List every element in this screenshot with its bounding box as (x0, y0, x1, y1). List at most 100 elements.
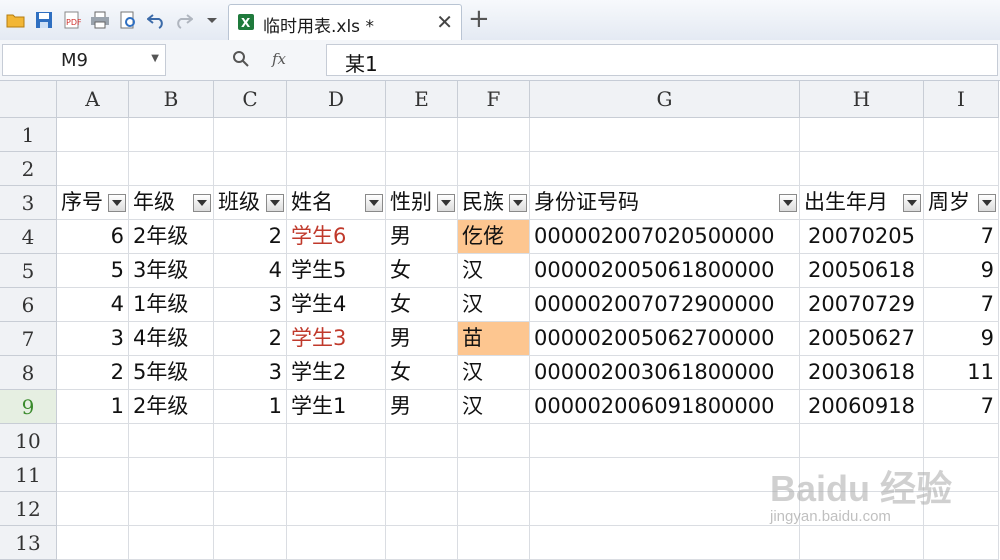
column-header-F[interactable]: F (458, 81, 530, 118)
data-cell-H6[interactable]: 20070729 (800, 288, 924, 322)
save-icon[interactable] (34, 10, 54, 30)
cell-I2[interactable] (924, 152, 999, 186)
cell-C10[interactable] (214, 424, 287, 458)
row-header-11[interactable]: 11 (0, 458, 57, 492)
cell-E11[interactable] (386, 458, 458, 492)
cell-D13[interactable] (287, 526, 386, 560)
formula-input[interactable]: 某1 (326, 44, 998, 76)
column-header-H[interactable]: H (800, 81, 924, 118)
data-cell-G4[interactable]: 000002007020500000 (530, 220, 800, 254)
chevron-down-icon[interactable]: ▼ (151, 53, 159, 64)
cell-I10[interactable] (924, 424, 999, 458)
cell-G2[interactable] (530, 152, 800, 186)
row-header-7[interactable]: 7 (0, 322, 57, 356)
row-header-5[interactable]: 5 (0, 254, 57, 288)
cell-D2[interactable] (287, 152, 386, 186)
column-header-I[interactable]: I (924, 81, 999, 118)
data-cell-A6[interactable]: 4 (57, 288, 129, 322)
data-cell-B7[interactable]: 4年级 (129, 322, 214, 356)
data-cell-G5[interactable]: 000002005061800000 (530, 254, 800, 288)
column-header-B[interactable]: B (129, 81, 214, 118)
data-cell-B6[interactable]: 1年级 (129, 288, 214, 322)
data-cell-I4[interactable]: 7 (924, 220, 999, 254)
open-folder-icon[interactable] (6, 10, 26, 30)
column-header-C[interactable]: C (214, 81, 287, 118)
data-cell-H7[interactable]: 20050627 (800, 322, 924, 356)
column-header-D[interactable]: D (287, 81, 386, 118)
cell-G11[interactable] (530, 458, 800, 492)
data-cell-C5[interactable]: 4 (214, 254, 287, 288)
cell-A10[interactable] (57, 424, 129, 458)
cell-E10[interactable] (386, 424, 458, 458)
data-cell-D9[interactable]: 学生1 (287, 390, 386, 424)
cell-E13[interactable] (386, 526, 458, 560)
data-cell-G7[interactable]: 000002005062700000 (530, 322, 800, 356)
cell-D1[interactable] (287, 118, 386, 152)
data-cell-F4[interactable]: 仡佬 (458, 220, 530, 254)
filter-dropdown-icon[interactable] (978, 194, 996, 212)
insert-function-button[interactable]: fx (272, 50, 286, 68)
row-header-13[interactable]: 13 (0, 526, 57, 560)
filter-dropdown-icon[interactable] (509, 194, 527, 212)
row-header-8[interactable]: 8 (0, 356, 57, 390)
row-header-9[interactable]: 9 (0, 390, 57, 424)
cell-I1[interactable] (924, 118, 999, 152)
name-box[interactable]: M9 ▼ (2, 44, 166, 76)
data-cell-D5[interactable]: 学生5 (287, 254, 386, 288)
cell-E12[interactable] (386, 492, 458, 526)
data-cell-C9[interactable]: 1 (214, 390, 287, 424)
cell-A13[interactable] (57, 526, 129, 560)
cell-C11[interactable] (214, 458, 287, 492)
print-preview-icon[interactable] (118, 10, 138, 30)
data-cell-H4[interactable]: 20070205 (800, 220, 924, 254)
cell-H10[interactable] (800, 424, 924, 458)
new-tab-icon[interactable]: + (468, 4, 490, 34)
data-cell-E8[interactable]: 女 (386, 356, 458, 390)
data-cell-C6[interactable]: 3 (214, 288, 287, 322)
cell-E1[interactable] (386, 118, 458, 152)
cell-A12[interactable] (57, 492, 129, 526)
print-icon[interactable] (90, 10, 110, 30)
data-cell-C7[interactable]: 2 (214, 322, 287, 356)
cell-H2[interactable] (800, 152, 924, 186)
cell-C13[interactable] (214, 526, 287, 560)
column-header-G[interactable]: G (530, 81, 800, 118)
column-header-A[interactable]: A (57, 81, 129, 118)
export-pdf-icon[interactable]: PDF (62, 10, 82, 30)
row-header-4[interactable]: 4 (0, 220, 57, 254)
cell-B1[interactable] (129, 118, 214, 152)
filter-dropdown-icon[interactable] (365, 194, 383, 212)
cell-C12[interactable] (214, 492, 287, 526)
select-all-corner[interactable] (0, 81, 57, 118)
data-cell-F7[interactable]: 苗 (458, 322, 530, 356)
row-header-12[interactable]: 12 (0, 492, 57, 526)
cell-G13[interactable] (530, 526, 800, 560)
cell-D10[interactable] (287, 424, 386, 458)
data-cell-B5[interactable]: 3年级 (129, 254, 214, 288)
cell-A2[interactable] (57, 152, 129, 186)
data-cell-C8[interactable]: 3 (214, 356, 287, 390)
data-cell-I6[interactable]: 7 (924, 288, 999, 322)
redo-icon[interactable] (174, 10, 194, 30)
cell-F13[interactable] (458, 526, 530, 560)
cell-B12[interactable] (129, 492, 214, 526)
data-cell-C4[interactable]: 2 (214, 220, 287, 254)
data-cell-E7[interactable]: 男 (386, 322, 458, 356)
close-tab-icon[interactable]: ✕ (436, 10, 453, 34)
data-cell-E5[interactable]: 女 (386, 254, 458, 288)
data-cell-E6[interactable]: 女 (386, 288, 458, 322)
data-cell-E9[interactable]: 男 (386, 390, 458, 424)
cell-F10[interactable] (458, 424, 530, 458)
data-cell-F9[interactable]: 汉 (458, 390, 530, 424)
data-cell-D8[interactable]: 学生2 (287, 356, 386, 390)
data-cell-B8[interactable]: 5年级 (129, 356, 214, 390)
cell-G10[interactable] (530, 424, 800, 458)
cell-D11[interactable] (287, 458, 386, 492)
data-cell-D4[interactable]: 学生6 (287, 220, 386, 254)
cell-H1[interactable] (800, 118, 924, 152)
cell-A11[interactable] (57, 458, 129, 492)
zoom-icon[interactable] (232, 50, 250, 72)
header-cell-G3[interactable]: 身份证号码 (530, 186, 800, 220)
data-cell-E4[interactable]: 男 (386, 220, 458, 254)
data-cell-F6[interactable]: 汉 (458, 288, 530, 322)
